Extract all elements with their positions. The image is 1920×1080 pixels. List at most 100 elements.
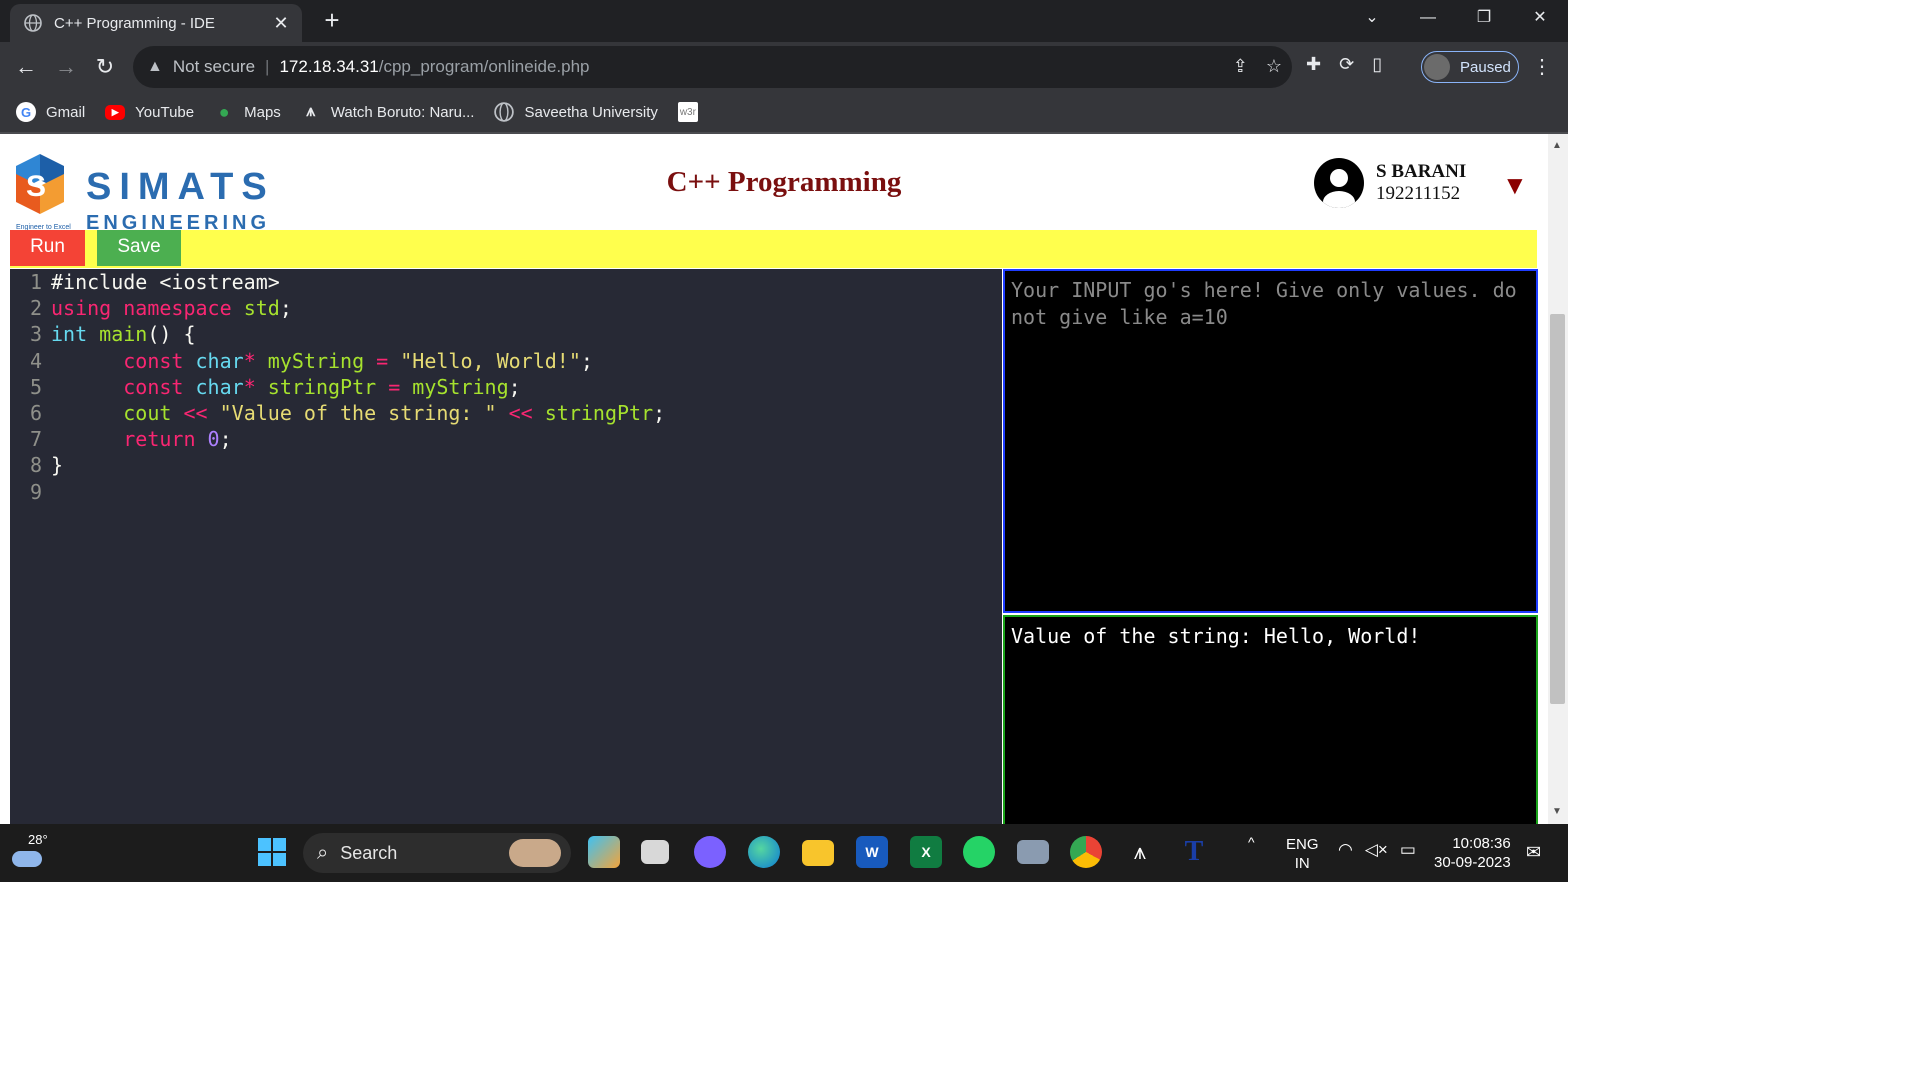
- edge-icon[interactable]: [748, 836, 780, 868]
- bookmark-boruto[interactable]: ⩚ Watch Boruto: Naru...: [301, 102, 475, 122]
- system-clock[interactable]: 10:08:36 30-09-2023: [1434, 834, 1511, 872]
- scroll-up-icon[interactable]: ▲: [1552, 140, 1562, 151]
- chrome-icon[interactable]: [1070, 836, 1102, 868]
- youtube-icon: ▶: [105, 104, 126, 120]
- window-close-icon[interactable]: ✕: [1512, 0, 1568, 36]
- bookmark-w3r[interactable]: w3r: [677, 102, 708, 122]
- action-bar: Run Save: [10, 230, 1537, 268]
- code-line: 8}: [10, 452, 1002, 478]
- code-line: 3 int main() {: [10, 321, 1002, 347]
- user-menu-caret-icon[interactable]: ▼: [1502, 170, 1528, 201]
- bookmark-youtube[interactable]: ▶ YouTube: [105, 104, 194, 121]
- page-content: S SIMATS ENGINEERING Engineer to Excel C…: [0, 134, 1548, 824]
- language-line2: IN: [1294, 855, 1310, 872]
- bookmark-star-icon[interactable]: ☆: [1266, 56, 1282, 77]
- scroll-down-icon[interactable]: ▼: [1552, 806, 1562, 817]
- code-line: 7 return 0;: [10, 426, 1002, 452]
- whatsapp-icon[interactable]: [963, 836, 995, 868]
- line-number: 1: [29, 270, 42, 294]
- google-icon: G: [16, 102, 36, 122]
- code-line: 5 const char* stringPtr = myString;: [10, 374, 1002, 400]
- minimize-icon[interactable]: —: [1400, 0, 1456, 36]
- windows-taskbar: 28° ⌕ Search W X ⩚ T ^ ENG IN ◠ ◁× ▭ 10:…: [0, 824, 1568, 882]
- user-avatar-icon: [1314, 158, 1364, 208]
- copilot-preview-icon[interactable]: [588, 836, 620, 868]
- taskbar-search[interactable]: ⌕ Search: [303, 833, 571, 873]
- scrollbar-thumb[interactable]: [1550, 314, 1565, 704]
- program-input-field[interactable]: Your INPUT go's here! Give only values. …: [1003, 269, 1538, 613]
- extensions-puzzle-icon[interactable]: ✚: [1306, 54, 1321, 75]
- profile-button[interactable]: Paused: [1421, 51, 1519, 83]
- browser-tab-active[interactable]: C++ Programming - IDE ✕: [10, 4, 302, 42]
- weather-widget[interactable]: 28°: [12, 832, 48, 867]
- line-number: 5: [29, 374, 42, 399]
- run-button[interactable]: Run: [10, 230, 85, 266]
- user-profile[interactable]: S BARANI 192211152: [1314, 158, 1466, 208]
- teams-chat-icon[interactable]: [694, 836, 726, 868]
- line-number: 7: [29, 427, 42, 452]
- anime-site-icon: ⩚: [306, 103, 316, 120]
- browser-menu-icon[interactable]: ⋮: [1532, 54, 1552, 79]
- language-indicator[interactable]: ENG IN: [1286, 835, 1319, 873]
- temperature: 28°: [28, 832, 48, 847]
- code-line: 4 const char* myString = "Hello, World!"…: [10, 348, 1002, 374]
- notifications-icon[interactable]: ✉: [1526, 842, 1541, 863]
- code-editor[interactable]: 1 #include <iostream> 2 using namespace st…: [10, 269, 1002, 824]
- bookmark-maps[interactable]: ● Maps: [214, 102, 281, 122]
- windows-start-icon[interactable]: [256, 836, 288, 868]
- battery-icon[interactable]: ▭: [1400, 840, 1416, 860]
- volume-muted-icon[interactable]: ◁×: [1365, 840, 1388, 860]
- wifi-icon[interactable]: ◠: [1338, 840, 1353, 860]
- bookmark-label: Watch Boruto: Naru...: [330, 103, 475, 121]
- clock-date: 30-09-2023: [1434, 854, 1511, 871]
- tab-close-icon[interactable]: ✕: [270, 13, 292, 34]
- program-output-panel: Value of the string: Hello, World!: [1003, 615, 1538, 824]
- maps-icon: ●: [218, 101, 230, 122]
- code-line: 2 using namespace std;: [10, 295, 1002, 321]
- input-placeholder: Your INPUT go's here! Give only values. …: [1011, 278, 1517, 329]
- restore-icon[interactable]: ❐: [1456, 0, 1512, 36]
- tray-overflow-icon[interactable]: ^: [1248, 834, 1255, 850]
- excel-icon[interactable]: X: [910, 836, 942, 868]
- task-view-icon[interactable]: [641, 840, 669, 864]
- share-icon[interactable]: ⇪: [1233, 56, 1248, 77]
- file-explorer-icon[interactable]: [802, 840, 834, 866]
- not-secure-warning-icon[interactable]: ▲: [147, 58, 163, 76]
- address-bar[interactable]: ▲ Not secure | 172.18.34.31 /cpp_program…: [133, 46, 1292, 88]
- new-tab-button[interactable]: +: [318, 6, 346, 34]
- bookmark-gmail[interactable]: G Gmail: [16, 102, 85, 122]
- tab-strip: C++ Programming - IDE ✕ + ⌄ — ❐ ✕: [0, 0, 1568, 42]
- tab-search-icon[interactable]: ⌄: [1344, 0, 1400, 36]
- omnibox-actions: ⇪ ☆: [1233, 56, 1282, 77]
- profile-status: Paused: [1460, 58, 1511, 76]
- url-host: 172.18.34.31: [279, 57, 379, 76]
- security-label[interactable]: Not secure: [173, 57, 255, 77]
- typing-app-icon[interactable]: T: [1178, 836, 1210, 868]
- reload-button[interactable]: ↻: [91, 53, 119, 81]
- page-scrollbar[interactable]: ▲ ▼: [1548, 134, 1568, 824]
- anime-app-icon[interactable]: ⩚: [1124, 836, 1156, 868]
- performance-icon[interactable]: ⟳: [1339, 54, 1354, 75]
- w3resource-icon: w3r: [677, 102, 698, 122]
- line-number: 9: [29, 479, 42, 504]
- globe-icon: [24, 14, 42, 32]
- side-panel-icon[interactable]: ▯: [1372, 54, 1382, 75]
- bookmark-saveetha[interactable]: Saveetha University: [494, 102, 658, 122]
- save-button[interactable]: Save: [97, 230, 181, 266]
- word-icon[interactable]: W: [856, 836, 888, 868]
- camera-icon[interactable]: [1017, 840, 1049, 864]
- code-line: 6 cout << "Value of the string: " << str…: [10, 400, 1002, 426]
- search-icon: ⌕: [317, 841, 329, 864]
- tab-title: C++ Programming - IDE: [54, 14, 215, 32]
- extension-icons: ✚ ⟳ ▯: [1306, 54, 1382, 75]
- bookmark-label: Maps: [244, 103, 281, 121]
- forward-button[interactable]: →: [52, 53, 80, 81]
- window-controls: ⌄ — ❐ ✕: [1344, 0, 1568, 36]
- search-label: Search: [340, 842, 398, 863]
- user-details: S BARANI 192211152: [1376, 161, 1466, 205]
- profile-avatar: [1424, 54, 1450, 80]
- back-button[interactable]: ←: [12, 53, 40, 81]
- tray-caret: ^: [1248, 834, 1255, 850]
- bookmark-label: YouTube: [135, 103, 195, 121]
- line-number: 2: [29, 296, 42, 321]
